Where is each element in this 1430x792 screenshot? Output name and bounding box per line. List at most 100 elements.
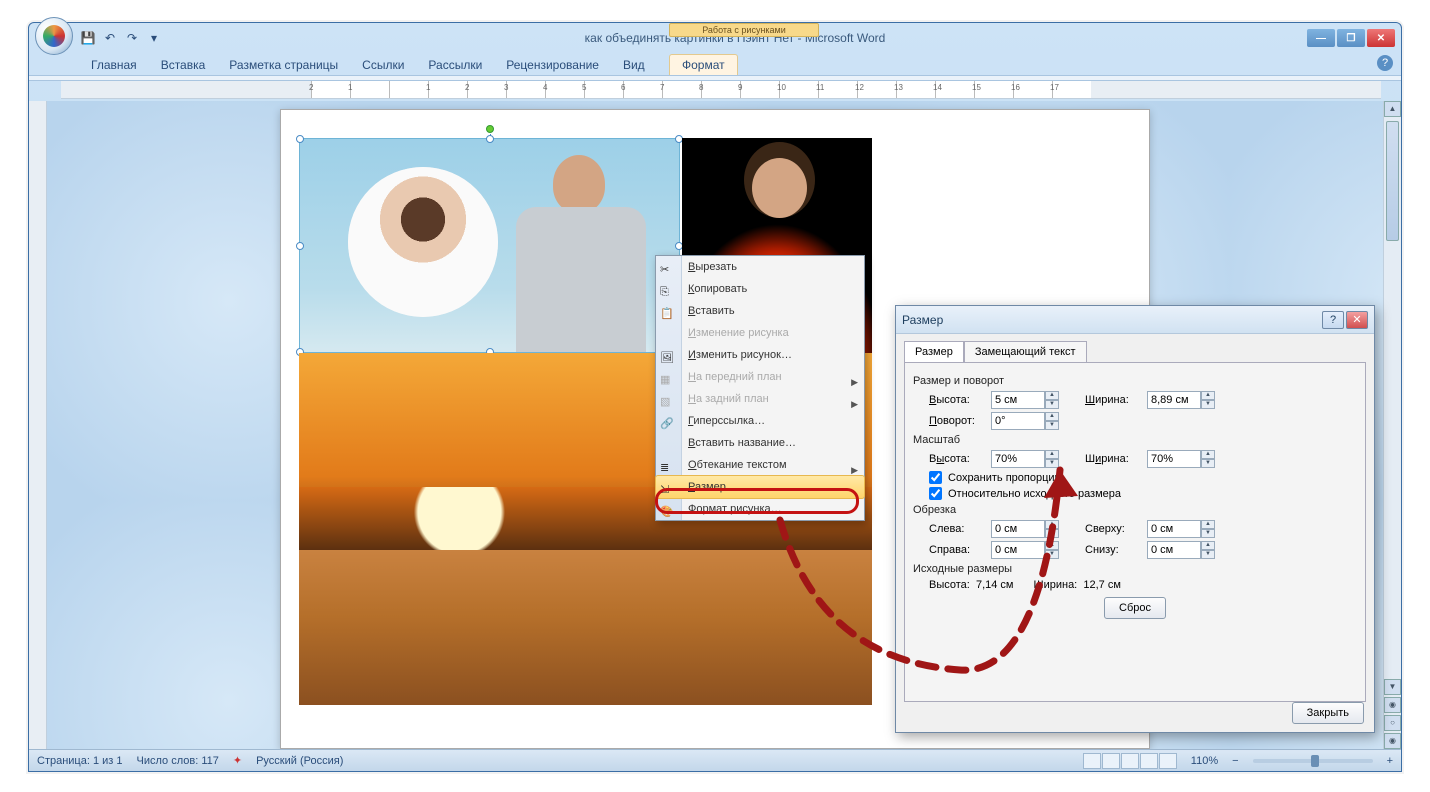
menu-item-1[interactable]: ⎘Копировать bbox=[656, 278, 864, 300]
tab-view[interactable]: Вид bbox=[613, 55, 655, 75]
menu-item-4[interactable]: 🖼Изменить рисунок… bbox=[656, 344, 864, 366]
tab-layout[interactable]: Разметка страницы bbox=[219, 55, 348, 75]
quick-access-toolbar: 💾 ↶ ↷ ▾ bbox=[79, 29, 163, 47]
menu-item-2[interactable]: 📋 Вставить bbox=[656, 300, 864, 322]
help-icon[interactable]: ? bbox=[1377, 55, 1393, 71]
menu-label: Формат рисунка… bbox=[688, 503, 782, 515]
input-scale-w[interactable] bbox=[1147, 450, 1201, 468]
horizontal-ruler[interactable]: 211234567891011121314151617 bbox=[61, 81, 1381, 99]
label-crop-right: Справа: bbox=[929, 544, 985, 556]
menu-item-10[interactable]: ⇲ Размер… bbox=[655, 475, 865, 499]
vertical-ruler[interactable] bbox=[29, 101, 47, 749]
wrap-text-icon: ≣ bbox=[660, 457, 676, 473]
minimize-button[interactable]: — bbox=[1307, 29, 1335, 47]
resize-handle-w[interactable] bbox=[296, 242, 304, 250]
view-web-icon[interactable] bbox=[1121, 753, 1139, 769]
menu-item-0[interactable]: ✂Вырезать bbox=[656, 256, 864, 278]
format-picture-icon: 🎨 bbox=[660, 501, 676, 517]
menu-label: Вставить название… bbox=[688, 437, 796, 449]
redo-icon[interactable]: ↷ bbox=[123, 29, 141, 47]
checkbox-relative-orig[interactable] bbox=[929, 487, 942, 500]
label-crop-top: Сверху: bbox=[1085, 523, 1141, 535]
menu-label: Размер… bbox=[688, 481, 737, 493]
qat-dropdown-icon[interactable]: ▾ bbox=[145, 29, 163, 47]
edit-picture-icon: 🖼 bbox=[660, 347, 676, 363]
label-scale-h: Высота: bbox=[929, 453, 985, 465]
menu-item-7[interactable]: 🔗Гиперссылка… bbox=[656, 410, 864, 432]
rotate-handle[interactable] bbox=[486, 125, 494, 133]
view-print-icon[interactable] bbox=[1083, 753, 1101, 769]
spinner-up-icon[interactable]: ▲ bbox=[1045, 391, 1059, 400]
menu-label: На задний план bbox=[688, 393, 769, 405]
group-scale: Масштаб bbox=[913, 434, 1355, 446]
hyperlink-icon: 🔗 bbox=[660, 413, 676, 429]
menu-item-11[interactable]: 🎨 Формат рисунка… bbox=[656, 498, 864, 520]
status-page[interactable]: Страница: 1 из 1 bbox=[37, 755, 123, 767]
tab-insert[interactable]: Вставка bbox=[151, 55, 216, 75]
bring-front-icon: ▦ bbox=[660, 369, 676, 385]
orig-width-value: 12,7 см bbox=[1083, 579, 1121, 591]
label-crop-bottom: Снизу: bbox=[1085, 544, 1141, 556]
input-rotate[interactable] bbox=[991, 412, 1045, 430]
input-width[interactable] bbox=[1147, 391, 1201, 409]
dialog-help-button[interactable]: ? bbox=[1322, 311, 1344, 329]
spinner-down-icon[interactable]: ▼ bbox=[1045, 400, 1059, 409]
view-draft-icon[interactable] bbox=[1159, 753, 1177, 769]
dialog-titlebar[interactable]: Размер ? ✕ bbox=[896, 306, 1374, 334]
dialog-tab-alttext[interactable]: Замещающий текст bbox=[964, 341, 1087, 363]
scroll-thumb[interactable] bbox=[1386, 121, 1399, 241]
input-crop-right[interactable] bbox=[991, 541, 1045, 559]
titlebar: 💾 ↶ ↷ ▾ как объединять картинки в Пэйнт … bbox=[29, 23, 1401, 53]
size-icon: ⇲ bbox=[660, 479, 676, 495]
tab-format[interactable]: Формат bbox=[669, 54, 738, 75]
undo-icon[interactable]: ↶ bbox=[101, 29, 119, 47]
resize-handle-n[interactable] bbox=[486, 135, 494, 143]
maximize-button[interactable]: ❐ bbox=[1337, 29, 1365, 47]
zoom-level[interactable]: 110% bbox=[1191, 755, 1218, 767]
menu-item-9[interactable]: ≣Обтекание текстом▶ bbox=[656, 454, 864, 476]
view-fullscreen-icon[interactable] bbox=[1102, 753, 1120, 769]
scroll-up-icon[interactable]: ▲ bbox=[1384, 101, 1401, 117]
tab-home[interactable]: Главная bbox=[81, 55, 147, 75]
tab-review[interactable]: Рецензирование bbox=[496, 55, 609, 75]
menu-label: Вставить bbox=[688, 305, 735, 317]
next-page-icon[interactable]: ◉ bbox=[1384, 733, 1401, 749]
zoom-slider[interactable] bbox=[1253, 759, 1373, 763]
zoom-out-icon[interactable]: − bbox=[1232, 755, 1238, 767]
close-dialog-button[interactable]: Закрыть bbox=[1292, 702, 1364, 724]
zoom-in-icon[interactable]: + bbox=[1387, 755, 1393, 767]
close-button[interactable]: ✕ bbox=[1367, 29, 1395, 47]
checkbox-lock-aspect[interactable] bbox=[929, 471, 942, 484]
save-icon[interactable]: 💾 bbox=[79, 29, 97, 47]
label-relative-orig: Относительно исходного размера bbox=[948, 488, 1121, 500]
tab-mailings[interactable]: Рассылки bbox=[418, 55, 492, 75]
browse-object-icon[interactable]: ○ bbox=[1384, 715, 1401, 731]
input-crop-bottom[interactable] bbox=[1147, 541, 1201, 559]
paste-icon: 📋 bbox=[660, 303, 676, 319]
menu-item-8[interactable]: Вставить название… bbox=[656, 432, 864, 454]
status-lang[interactable]: Русский (Россия) bbox=[256, 755, 343, 767]
dialog-tab-size[interactable]: Размер bbox=[904, 341, 964, 363]
input-height[interactable] bbox=[991, 391, 1045, 409]
dialog-close-button[interactable]: ✕ bbox=[1346, 311, 1368, 329]
menu-label: Изменение рисунка bbox=[688, 327, 789, 339]
office-button[interactable] bbox=[35, 17, 73, 55]
orig-height-value: 7,14 см bbox=[976, 579, 1014, 591]
selected-picture[interactable] bbox=[299, 138, 680, 353]
input-scale-h[interactable] bbox=[991, 450, 1045, 468]
context-menu: ✂Вырезать⎘Копировать 📋 Вставить Изменение р… bbox=[655, 255, 865, 521]
scroll-down-icon[interactable]: ▼ bbox=[1384, 679, 1401, 695]
menu-item-3: Изменение рисунка bbox=[656, 322, 864, 344]
resize-handle-nw[interactable] bbox=[296, 135, 304, 143]
group-size-rotate: Размер и поворот bbox=[913, 375, 1355, 387]
prev-page-icon[interactable]: ◉ bbox=[1384, 697, 1401, 713]
status-words[interactable]: Число слов: 117 bbox=[137, 755, 219, 767]
reset-button[interactable]: Сброс bbox=[1104, 597, 1166, 619]
view-buttons bbox=[1083, 753, 1177, 769]
ribbon-tabs: Главная Вставка Разметка страницы Ссылки… bbox=[29, 53, 1401, 75]
input-crop-top[interactable] bbox=[1147, 520, 1201, 538]
input-crop-left[interactable] bbox=[991, 520, 1045, 538]
view-outline-icon[interactable] bbox=[1140, 753, 1158, 769]
tab-references[interactable]: Ссылки bbox=[352, 55, 414, 75]
vertical-scrollbar[interactable]: ▲ ▼ ◉ ○ ◉ bbox=[1383, 101, 1401, 749]
